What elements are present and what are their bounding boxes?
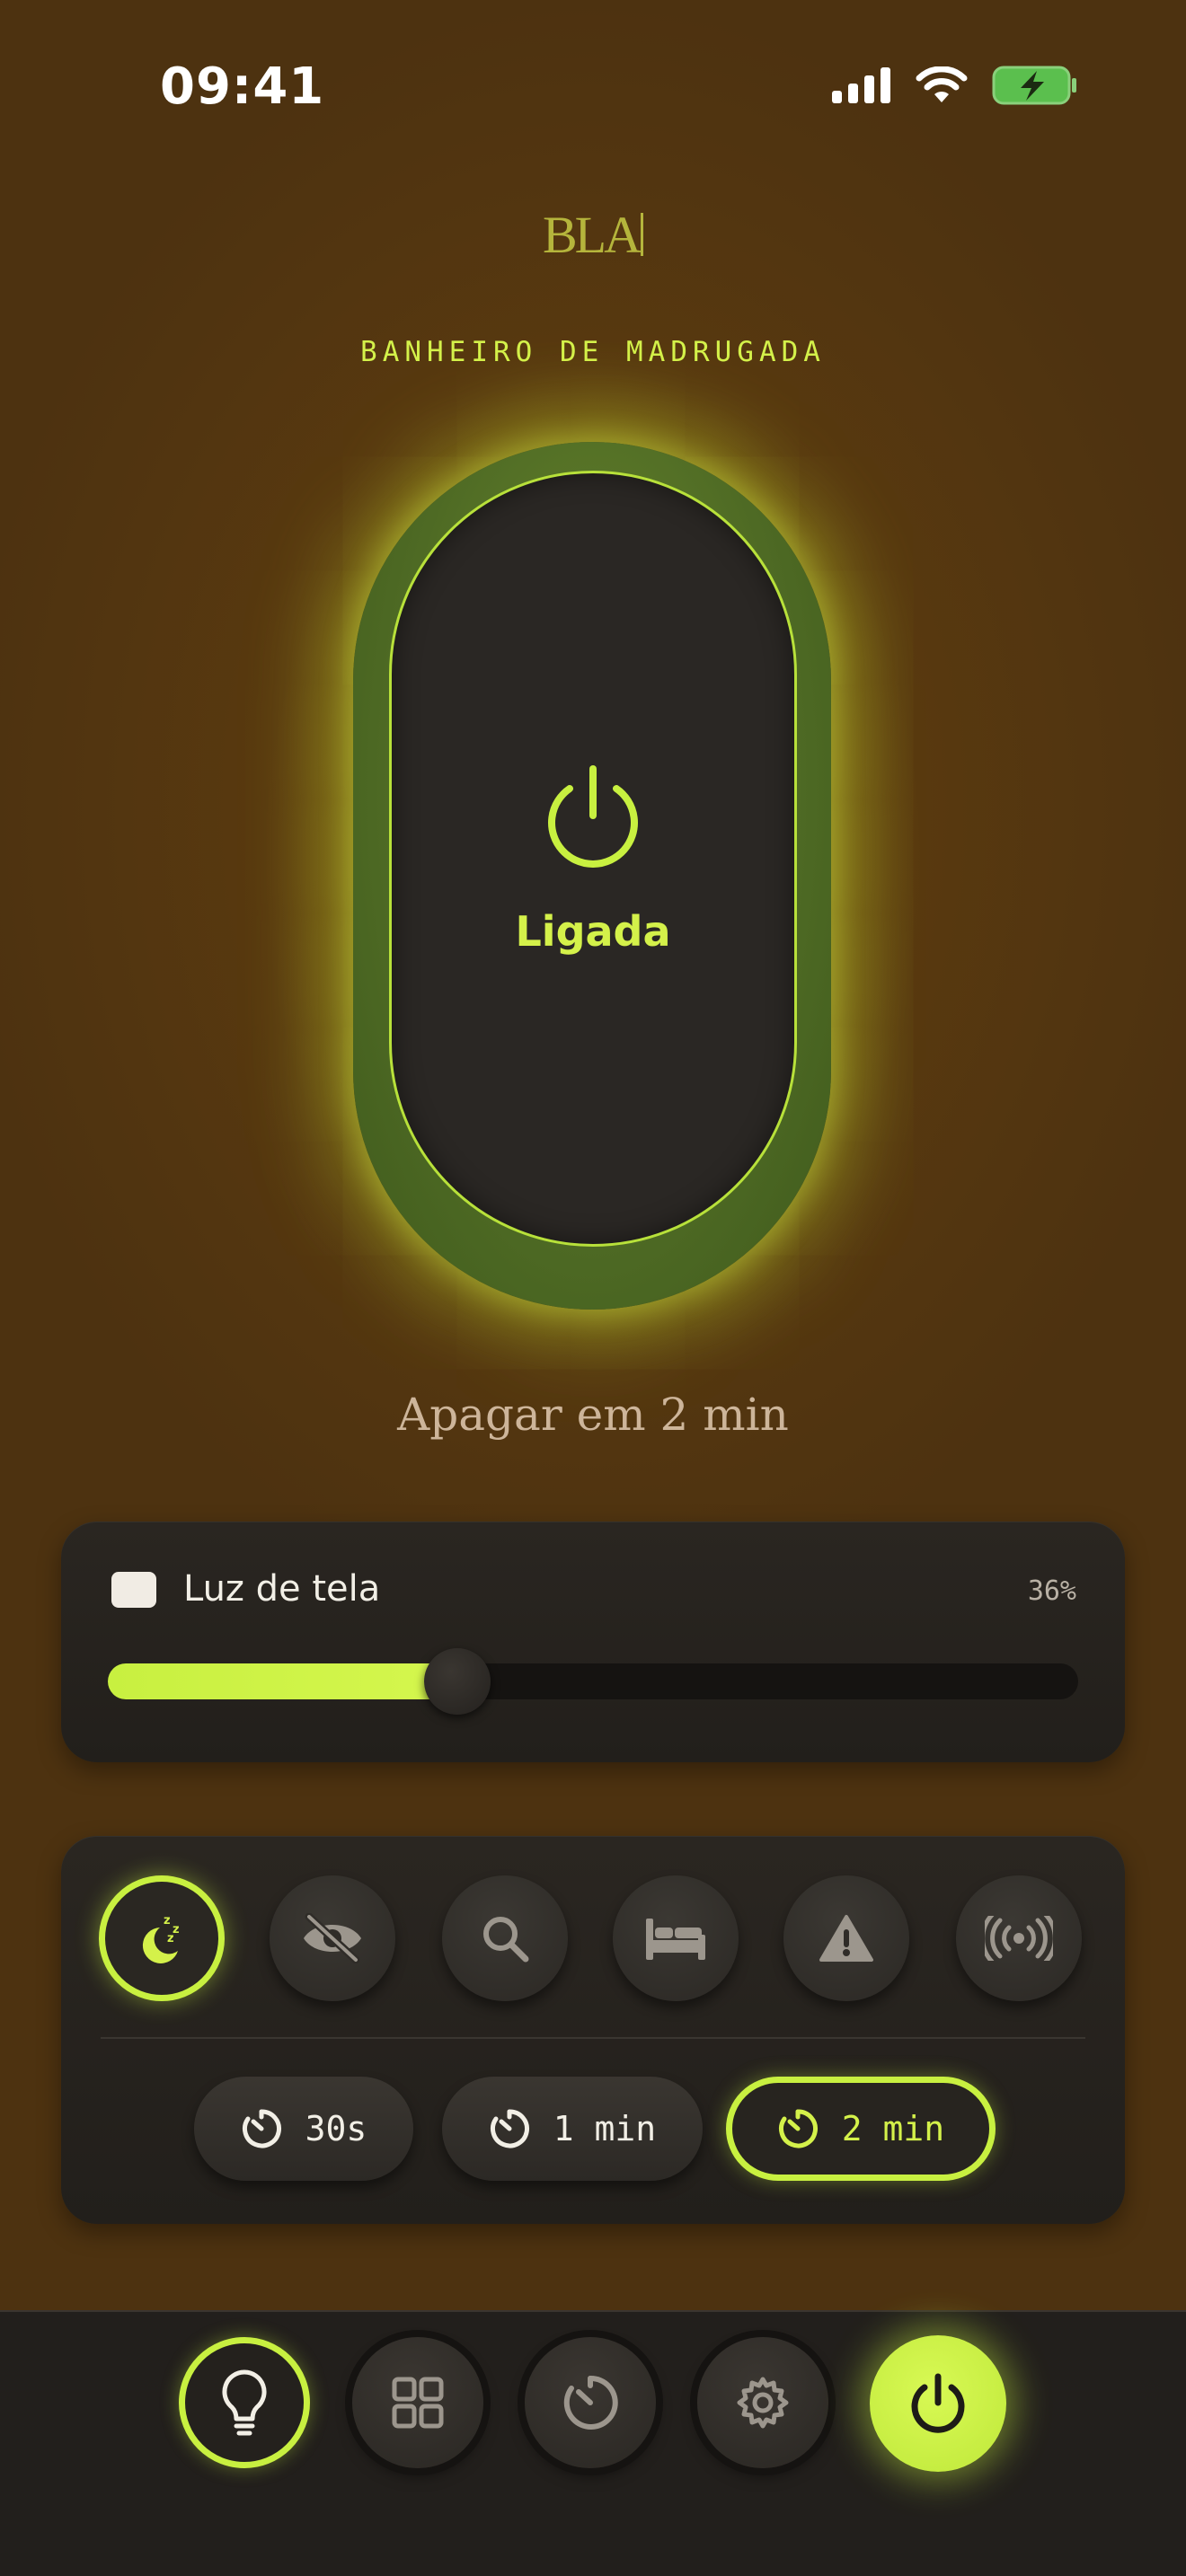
screen-light-percent: 36% — [1027, 1575, 1076, 1607]
toggle-state-label: Ligada — [515, 907, 671, 956]
bed-icon — [646, 1919, 705, 1960]
screen-light-card: Luz de tela 36% — [61, 1522, 1125, 1762]
mode-hide-button[interactable] — [270, 1875, 395, 2001]
status-time: 09:41 — [160, 57, 325, 116]
main-light-toggle[interactable]: Ligada — [389, 471, 797, 1247]
status-icons — [832, 65, 1078, 106]
auto-off-countdown: Apagar em 2 min — [397, 1389, 789, 1441]
lightbulb-icon — [222, 2369, 267, 2436]
scene-title: BANHEIRO DE MADRUGADA — [360, 336, 826, 368]
mode-search-button[interactable] — [442, 1875, 568, 2001]
timer-1min-label: 1 min — [553, 2109, 657, 2148]
timer-2min-button[interactable]: 2 min — [726, 2077, 996, 2181]
sleep-moon-icon: z z z — [142, 1914, 180, 1963]
mode-sleep-button[interactable]: z z z — [99, 1875, 225, 2001]
timer-icon — [242, 2109, 281, 2148]
timer-icon — [778, 2109, 818, 2148]
power-icon — [911, 2373, 965, 2433]
cellular-signal-icon — [832, 67, 890, 103]
bottom-nav — [0, 2310, 1186, 2576]
svg-text:z: z — [167, 1932, 174, 1945]
brightness-slider[interactable] — [108, 1648, 1078, 1715]
status-bar: 09:41 — [0, 0, 1186, 171]
timer-1min-button[interactable]: 1 min — [442, 2077, 703, 2181]
nav-power-button[interactable] — [870, 2335, 1006, 2472]
svg-text:z: z — [164, 1914, 171, 1928]
mode-row: z z z — [99, 1872, 1087, 2007]
nav-scenes-button[interactable] — [352, 2337, 483, 2468]
modes-card: z z z 30s 1 min 2 min — [61, 1836, 1125, 2224]
eye-off-icon — [304, 1913, 361, 1963]
timer-icon — [563, 2375, 618, 2430]
brightness-slider-thumb[interactable] — [423, 1648, 491, 1715]
modes-divider — [101, 2037, 1085, 2039]
nav-timer-button[interactable] — [525, 2337, 656, 2468]
screen-light-label: Luz de tela — [183, 1568, 381, 1610]
text-cursor — [641, 213, 643, 256]
warning-icon — [819, 1915, 873, 1962]
gear-icon — [737, 2377, 789, 2429]
timer-30s-label: 30s — [305, 2109, 367, 2148]
battery-charging-icon — [992, 66, 1076, 105]
search-icon — [483, 1917, 529, 1963]
mode-bed-button[interactable] — [613, 1875, 739, 2001]
broadcast-icon — [985, 1916, 1053, 1961]
mode-alert-button[interactable] — [783, 1875, 909, 2001]
timer-icon — [490, 2109, 529, 2148]
timer-30s-button[interactable]: 30s — [194, 2077, 413, 2181]
grid-icon — [392, 2377, 444, 2429]
nav-light-button[interactable] — [179, 2337, 310, 2468]
wifi-icon — [916, 66, 968, 102]
mode-broadcast-button[interactable] — [956, 1875, 1082, 2001]
timer-row: 30s 1 min 2 min — [61, 2077, 1125, 2184]
brand-logo-text: BLA — [543, 206, 642, 264]
nav-settings-button[interactable] — [697, 2337, 828, 2468]
timer-2min-label: 2 min — [841, 2109, 945, 2148]
power-icon — [548, 765, 638, 868]
brand-logo: BLA — [0, 205, 1186, 265]
screen-light-checkbox[interactable] — [111, 1572, 156, 1608]
